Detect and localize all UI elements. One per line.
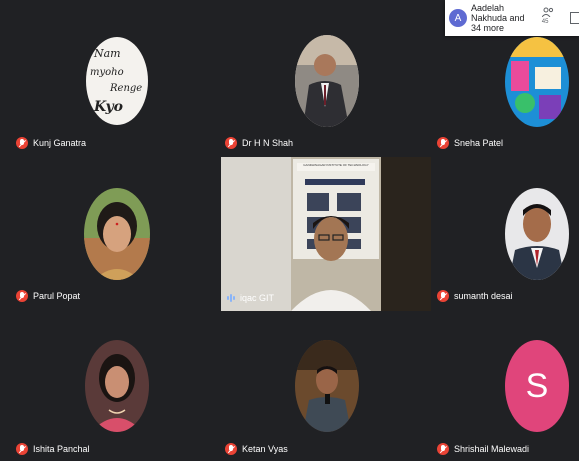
mic-off-icon: [225, 443, 237, 455]
mic-off-icon: [437, 443, 449, 455]
participant-name: Shrishail Malewadi: [454, 444, 530, 454]
avatar-letter: S: [525, 366, 549, 405]
participant-avatar-sumanth: [505, 188, 569, 280]
participant-name: Kunj Ganatra: [33, 138, 87, 148]
participant-avatar-sneha: [505, 37, 569, 127]
mic-off-icon: [16, 137, 28, 149]
participant-avatar-shrishail: S: [505, 340, 569, 432]
participant-avatar-hn-shah: [295, 35, 359, 127]
profile-photo: [85, 340, 149, 432]
participant-avatar: A: [449, 9, 467, 27]
mic-off-icon: [16, 290, 28, 302]
svg-text:Nam: Nam: [93, 47, 121, 60]
participant-name: Dr H N Shah: [242, 138, 294, 148]
svg-text:myoho: myoho: [90, 67, 124, 78]
participant-avatar-kunj: Nam myoho Renge Kyo: [86, 37, 148, 125]
participant-name: sumanth desai: [454, 291, 513, 301]
mic-off-icon: [437, 290, 449, 302]
people-icon[interactable]: 45: [541, 7, 560, 29]
chat-icon[interactable]: [570, 12, 579, 24]
profile-photo: [505, 188, 569, 280]
mic-off-icon: [16, 443, 28, 455]
profile-photo: [295, 340, 359, 432]
mic-off-icon: [437, 137, 449, 149]
video-feed: [221, 157, 431, 311]
participants-panel-header[interactable]: A Aadelah Nakhuda and 34 more 45: [445, 0, 579, 36]
participant-name: Parul Popat: [33, 291, 81, 301]
participant-name: iqac GIT: [240, 293, 275, 303]
participant-name: Ketan Vyas: [242, 444, 288, 454]
participant-name: Sneha Patel: [454, 138, 504, 148]
profile-photo: [295, 35, 359, 127]
meeting-grid: A Aadelah Nakhuda and 34 more 45 Nam myo…: [0, 0, 579, 461]
participant-avatar-ketan: [295, 340, 359, 432]
participant-avatar-parul: [84, 188, 150, 280]
audio-level-icon: [227, 294, 235, 302]
poster-title: GANDHINAGAR INSTITUTE OF TECHNOLOGY: [303, 163, 369, 167]
people-count: 45: [541, 19, 549, 25]
mic-off-icon: [225, 137, 237, 149]
participant-avatar-ishita: [85, 340, 149, 432]
svg-text:Renge: Renge: [109, 83, 142, 94]
svg-text:Kyo: Kyo: [93, 99, 123, 115]
handwritten-avatar-image: Nam myoho Renge Kyo: [90, 47, 142, 115]
profile-photo: [84, 188, 150, 280]
profile-photo: [505, 37, 569, 127]
participant-name: Ishita Panchal: [33, 444, 90, 454]
participant-video-iqac[interactable]: GANDHINAGAR INSTITUTE OF TECHNOLOGY iqac…: [221, 157, 431, 311]
participants-text: Aadelah Nakhuda and 34 more: [471, 3, 525, 33]
